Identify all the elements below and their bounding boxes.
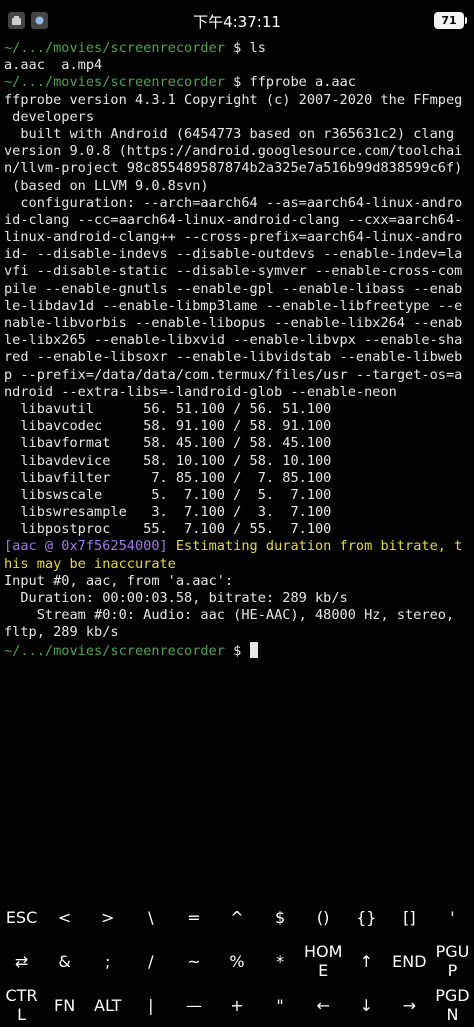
warning-line: [aac @ 0x7f56254000] Estimating duration… [4,538,472,555]
prompt-path: ~/.../movies/screenrecorder [4,74,225,91]
brackets-key[interactable]: [] [388,895,431,939]
output-line: Input #0, aac, from 'a.aac': [4,572,234,589]
arrow-left-key[interactable]: ← [302,983,345,1027]
output-line: le-libx265 --enable-libxvid --enable-lib… [4,332,463,349]
command-text: ffprobe a.aac [249,74,356,91]
prompt-path: ~/.../movies/screenrecorder [4,40,225,56]
output-line: ndroid --extra-libs=-landroid-glob --ena… [4,383,397,400]
output-line: fltp, 289 kb/s [4,624,119,641]
asterisk-key[interactable]: * [259,939,302,983]
page-up-key[interactable]: PGU P [431,939,474,983]
output-line: version 9.0.8 (https://android.googlesou… [4,143,463,160]
output-line: configuration: --arch=aarch64 --as=aarch… [4,194,463,211]
output-line: built with Android (6454773 based on r36… [4,125,455,142]
extra-keys-bar: ESC < > \ = ^ $(){}[] ' ⇄ &; / ~% * HOM E ↑ END PGU P CTR… [0,895,474,1027]
prompt-line: ~/.../movies/screenrecorder $ ffprobe a.… [4,74,472,91]
tilde-key[interactable]: ~ [172,939,215,983]
dash-key[interactable]: — [172,983,215,1027]
output-line: a.aac a.mp4 [4,57,103,74]
fn-key[interactable]: FN [43,983,86,1027]
output-line: (based on LLVM 9.0.8svn) [4,177,209,194]
prompt-symbol: $ [233,642,242,659]
terminal-output[interactable]: ~/.../movies/screenrecorder $ ls a.aac a.… [4,40,472,659]
braces-key[interactable]: {} [345,895,388,939]
backslash-key[interactable]: \ [129,895,172,939]
home-key[interactable]: HOM E [302,939,345,983]
prompt-symbol: $ [233,74,242,91]
arrow-down-key[interactable]: ↓ [345,983,388,1027]
output-line: pile --enable-gnutls --enable-gpl --enab… [4,280,463,297]
double-quote-key[interactable]: " [259,983,302,1027]
output-line: red --enable-libsoxr --enable-libvidstab… [4,349,463,366]
output-line: Stream #0:0: Audio: aac (HE-AAC), 48000 … [4,607,455,624]
quote-key[interactable]: ' [431,895,474,939]
arrow-up-key[interactable]: ↑ [345,939,388,983]
output-line: libavdevice 58. 10.100 / 58. 10.100 [4,452,332,469]
warning-tag: [aac @ 0x7f56254000] [4,538,168,555]
battery-icon: 71 [434,12,467,29]
output-line: n/llvm-project 98c855489587874b2a325e7a5… [4,160,463,177]
output-line: vfi --disable-static --disable-symver --… [4,263,463,280]
output-line: libswscale 5. 7.100 / 5. 7.100 [4,486,332,503]
prompt-line: ~/.../movies/screenrecorder $ ls [4,40,472,57]
plus-key[interactable]: + [215,983,258,1027]
parentheses-key[interactable]: () [302,895,345,939]
output-line: libavformat 58. 45.100 / 58. 45.100 [4,435,332,452]
output-line: p --prefix=/data/data/com.termux/files/u… [4,366,463,383]
output-line: Duration: 00:00:03.58, bitrate: 289 kb/s [4,590,348,606]
output-line: libavfilter 7. 85.100 / 7. 85.100 [4,469,332,486]
alt-key[interactable]: ALT [86,983,129,1027]
warning-text: his may be inaccurate [4,555,176,572]
page-down-key[interactable]: PGD N [431,983,474,1027]
caret-key[interactable]: ^ [215,895,258,939]
arrow-right-key[interactable]: → [388,983,431,1027]
slash-key[interactable]: / [129,939,172,983]
text-cursor[interactable] [249,641,258,658]
tab-key[interactable]: ⇄ [0,939,43,983]
battery-level: 71 [441,14,457,27]
end-key[interactable]: END [388,939,431,983]
prompt-path: ~/.../movies/screenrecorder [4,642,225,659]
percent-key[interactable]: % [215,939,258,983]
command-text: ls [249,40,266,56]
output-line: id- --disable-indevs --disable-outdevs -… [4,246,463,263]
pipe-key[interactable]: | [129,983,172,1027]
less-than-key[interactable]: < [43,895,86,939]
output-line: libswresample 3. 7.100 / 3. 7.100 [4,504,332,521]
prompt-line: ~/.../movies/screenrecorder $ [4,641,472,659]
ctrl-key[interactable]: CTR L [0,983,43,1027]
dollar-key[interactable]: $ [259,895,302,939]
status-bar: 下午4:37:11 71 [0,0,474,40]
output-line: ffprobe version 4.3.1 Copyright (c) 2007… [4,91,463,108]
output-line: linux-android-clang++ --cross-prefix=aar… [4,229,463,246]
output-line: libavutil 56. 51.100 / 56. 51.100 [4,400,332,417]
prompt-symbol: $ [233,40,242,56]
output-line: developers [4,108,95,125]
output-line: libavcodec 58. 91.100 / 58. 91.100 [4,418,332,435]
esc-key[interactable]: ESC [0,895,43,939]
semicolon-key[interactable]: ; [86,939,129,983]
warning-text: Estimating duration from bitrate, t [167,538,463,555]
ampersand-key[interactable]: & [43,939,86,983]
output-line: libpostproc 55. 7.100 / 55. 7.100 [4,521,332,538]
warning-line: his may be inaccurate [4,556,472,573]
status-time: 下午4:37:11 [193,13,281,31]
output-line: nable-libvorbis --enable-libopus --enabl… [4,315,463,331]
output-line: id-clang --cc=aarch64-linux-android-clan… [4,211,463,228]
greater-than-key[interactable]: > [86,895,129,939]
output-line: le-libdav1d --enable-libmp3lame --enable… [4,297,463,314]
equals-key[interactable]: = [172,895,215,939]
